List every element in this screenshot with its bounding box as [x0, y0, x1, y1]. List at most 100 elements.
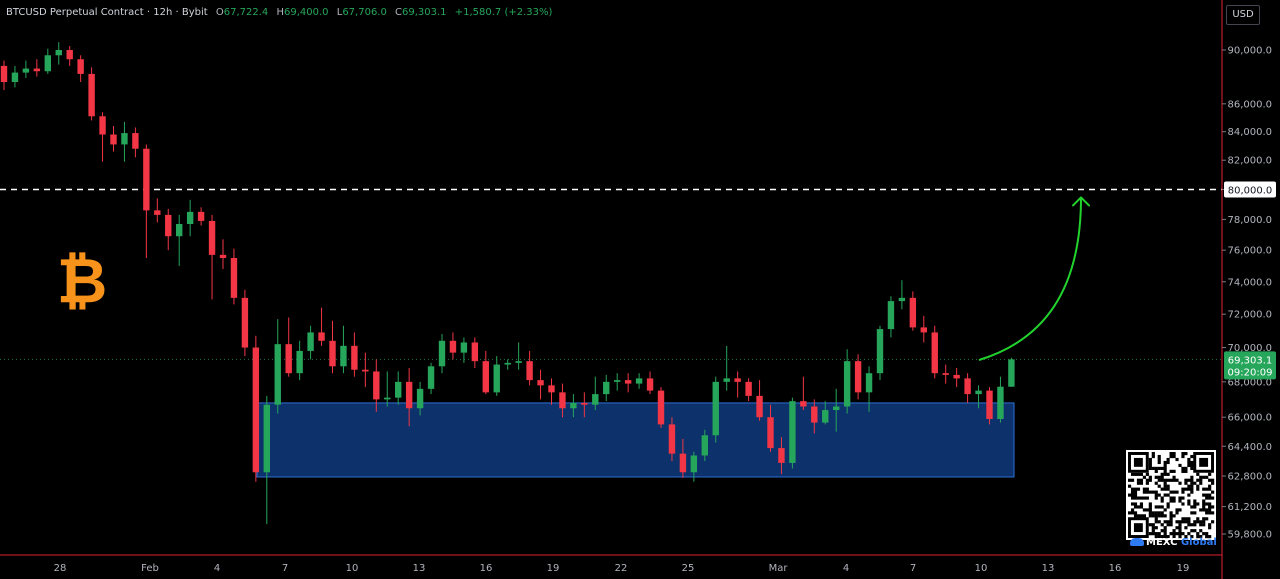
qr-module [1166, 502, 1170, 506]
qr-module [1196, 517, 1200, 521]
qr-module [1187, 502, 1191, 506]
brand-name: MEXC [1146, 537, 1178, 548]
qr-module [1133, 511, 1138, 515]
candle-body [657, 390, 665, 425]
qr-module [1178, 496, 1182, 500]
qr-module [1130, 472, 1135, 476]
qr-module [1178, 523, 1182, 527]
candle-body [909, 297, 917, 328]
qr-module [1178, 481, 1182, 485]
candle-body [318, 332, 325, 341]
candle-body [427, 366, 435, 389]
candle-body [340, 345, 347, 367]
qr-module [1178, 532, 1182, 536]
price-tick-label: 82,000.0 [1227, 156, 1272, 167]
qr-module [1163, 520, 1167, 524]
qr-module [1157, 457, 1161, 462]
price-chart[interactable]: 90,000.0 86,000.0 84,000.0 82,000.0 80,000.0… [0, 0, 1280, 579]
qr-module [1187, 523, 1191, 527]
qr-module [1130, 502, 1135, 506]
price-tick-label: 74,000.0 [1227, 277, 1272, 288]
qr-module [1166, 487, 1170, 491]
qr-module [1211, 496, 1215, 500]
qr-module [1184, 487, 1188, 491]
qr-module [1187, 487, 1191, 491]
qr-module [1202, 508, 1206, 512]
mexc-global-brand: MEXC Global [1130, 537, 1217, 548]
candle-body [132, 133, 139, 149]
time-tick-label: 16 [1109, 563, 1122, 574]
qr-module [1154, 505, 1158, 509]
time-tick-label: 13 [1042, 563, 1055, 574]
qr-module [1181, 520, 1185, 524]
qr-module [1163, 478, 1167, 482]
qr-finder-center [1199, 457, 1209, 467]
symbol-name: BTCUSD Perpetual Contract [6, 7, 144, 18]
time-tick-label: 16 [480, 563, 493, 574]
qr-module [1169, 517, 1173, 521]
qr-module [1178, 529, 1182, 533]
qr-module [1196, 487, 1200, 491]
qr-module [1187, 493, 1191, 497]
time-tick-label: 25 [682, 563, 695, 574]
qr-module [1157, 511, 1161, 515]
candle-body [745, 381, 752, 396]
qr-module [1184, 517, 1188, 521]
qr-module [1175, 508, 1179, 512]
qr-module [1172, 475, 1176, 479]
qr-module [1154, 514, 1158, 518]
qr-module [1169, 511, 1173, 515]
qr-module [1190, 466, 1194, 470]
qr-module [1166, 478, 1170, 482]
qr-module [1151, 452, 1155, 456]
candle-down [252, 335, 260, 482]
qr-module [1211, 505, 1215, 509]
currency-button[interactable]: USD [1226, 5, 1260, 25]
qr-module [1208, 523, 1212, 527]
qr-module [1208, 508, 1212, 512]
qr-module [1136, 496, 1141, 500]
qr-module [1151, 523, 1155, 527]
qr-module [1160, 511, 1164, 515]
qr-module [1133, 502, 1138, 506]
candle-body [493, 364, 500, 393]
qr-module [1166, 472, 1170, 476]
qr-module [1145, 508, 1149, 512]
qr-module [1193, 502, 1197, 506]
qr-module [1193, 523, 1197, 527]
qr-module [1175, 457, 1179, 462]
qr-module [1160, 472, 1164, 476]
qr-module [1151, 511, 1155, 515]
time-tick-label: 10 [346, 563, 359, 574]
qr-module [1172, 452, 1176, 456]
qr-module [1163, 469, 1167, 473]
qr-module [1181, 452, 1185, 456]
candle-up [789, 397, 796, 469]
qr-module [1208, 502, 1212, 506]
qr-module [1196, 478, 1200, 482]
candle-body [471, 342, 479, 362]
qr-module [1142, 487, 1146, 491]
qr-module [1154, 469, 1158, 473]
qr-module [1139, 478, 1144, 482]
time-tick-label: 19 [547, 563, 560, 574]
candle-body [712, 381, 719, 436]
qr-module [1196, 532, 1200, 536]
candle-body [635, 378, 643, 384]
candle-body [865, 373, 873, 393]
qr-module [1208, 478, 1212, 482]
high-label: H [276, 7, 285, 18]
qr-module [1211, 520, 1215, 524]
qr-module [1175, 532, 1179, 536]
support-zone [256, 402, 1015, 478]
candle-body [548, 385, 555, 393]
qr-module [1199, 475, 1203, 479]
qr-module [1128, 511, 1132, 515]
open-label: O [215, 7, 224, 18]
time-tick-label: 13 [413, 563, 426, 574]
qr-module [1205, 532, 1209, 536]
candle-body [646, 378, 654, 391]
qr-module [1157, 460, 1161, 465]
qr-module [1196, 484, 1200, 488]
qr-module [1148, 457, 1152, 462]
